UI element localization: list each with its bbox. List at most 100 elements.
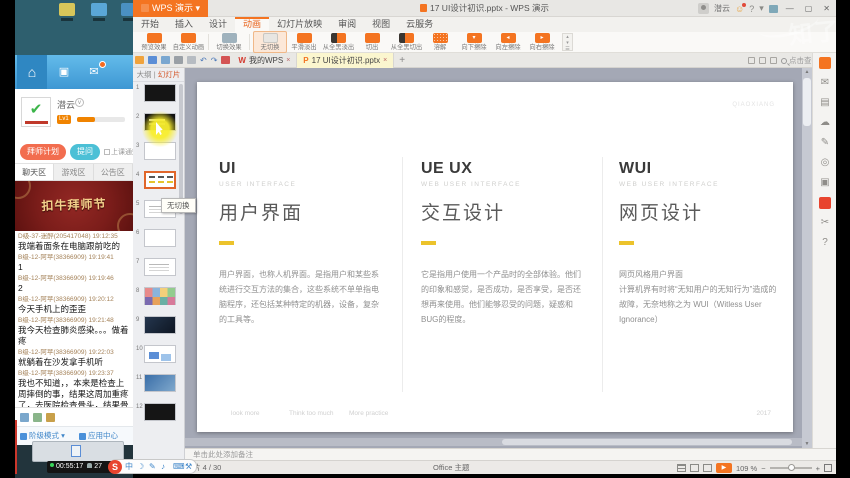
zoom-slider[interactable] — [770, 467, 812, 469]
ribbon-button-dissolve[interactable]: 溶解 — [423, 32, 457, 52]
ribbon-button-none[interactable]: 无切换 — [253, 31, 287, 53]
menu-tab-5[interactable]: 审阅 — [330, 17, 364, 32]
sidebar-icon[interactable]: ▣ — [813, 173, 837, 193]
slideshow-play-button[interactable]: ▶ — [716, 463, 732, 473]
chat-message-list[interactable]: D级-37-迷醉(205417048) 19:12:35我端着面条在电脑跟前吃的… — [15, 231, 133, 407]
menu-tab-7[interactable]: 云服务 — [398, 17, 441, 32]
thumbnail-item[interactable]: 4 — [133, 169, 184, 198]
layout-icon[interactable] — [748, 57, 755, 64]
ribbon-button-wipe-right[interactable]: ▸向右擦除 — [525, 32, 559, 52]
desktop-icon[interactable] — [59, 3, 75, 16]
message-tab[interactable]: ✉ — [79, 55, 109, 89]
menu-tab-1[interactable]: 插入 — [167, 17, 201, 32]
scroll-up-icon[interactable]: ▲ — [802, 69, 812, 75]
input-method-bar[interactable]: S 中 ☽ ✎ ♪ ⌨⚒ — [109, 459, 197, 474]
vertical-scrollbar[interactable]: ▲ ▼ — [802, 68, 812, 448]
slide-canvas[interactable]: QIAOXIANG 2017 UIUSER INTERFACE用户界面用户界面，… — [197, 82, 793, 432]
ime-icon[interactable]: ✎ — [149, 460, 156, 473]
ime-icon[interactable]: ⚒ — [185, 460, 192, 473]
close-button[interactable]: ✕ — [820, 4, 833, 13]
sidebar-icon[interactable]: ☁ — [813, 113, 837, 133]
desktop-icon[interactable] — [91, 3, 107, 16]
sidebar-icon[interactable]: ✉ — [813, 73, 837, 93]
sidebar-red-icon[interactable] — [819, 197, 831, 209]
ime-icon[interactable]: 中 — [125, 460, 133, 473]
menu-tab-2[interactable]: 设计 — [201, 17, 235, 32]
ribbon-button-wipe-left[interactable]: ◂向左擦除 — [491, 32, 525, 52]
menu-tab-4[interactable]: 幻灯片放映 — [269, 17, 330, 32]
zoom-out-button[interactable]: − — [761, 464, 765, 473]
slide-thumbnail[interactable] — [144, 287, 176, 305]
minimize-button[interactable]: — — [783, 4, 797, 13]
close-tab-icon[interactable]: × — [383, 57, 387, 64]
sidebar-icon[interactable]: ◎ — [813, 153, 837, 173]
sidebar-icon[interactable]: ? — [813, 233, 837, 253]
thumbnail-item[interactable]: 8 — [133, 285, 184, 314]
ribbon-button-fade[interactable]: 平滑淡出 — [287, 32, 321, 52]
doc-tab-0[interactable]: W我的WPS× — [232, 53, 297, 68]
slide-thumbnail[interactable] — [144, 84, 176, 102]
skin-icon[interactable] — [769, 5, 778, 13]
ime-icon[interactable]: ☽ — [137, 460, 144, 473]
doc-tab-1[interactable]: P17 UI设计初识.pptx× — [297, 53, 394, 68]
settings-icon[interactable] — [770, 57, 777, 64]
emoji-icon[interactable]: ☺ — [735, 4, 744, 14]
ime-icon[interactable]: ⌨ — [173, 460, 185, 473]
ribbon-button-preview[interactable]: 预览效果 — [137, 32, 171, 52]
thumbnail-item[interactable]: 1 — [133, 82, 184, 111]
ime-icon[interactable]: ♪ — [161, 460, 165, 473]
arrange-icon[interactable] — [759, 57, 766, 64]
slide-thumbnail[interactable] — [144, 229, 176, 247]
normal-view-icon[interactable] — [677, 464, 686, 472]
print-icon[interactable] — [174, 56, 183, 64]
format-brush-icon[interactable] — [221, 56, 230, 64]
thumbnail-item[interactable]: 9 — [133, 314, 184, 343]
class-notice[interactable]: 上课通知(0) — [104, 147, 133, 157]
save-icon[interactable] — [148, 56, 157, 64]
sidebar-icon[interactable]: ▤ — [813, 93, 837, 113]
slide-thumbnail[interactable] — [144, 374, 176, 392]
zoom-in-button[interactable]: + — [816, 464, 820, 473]
outline-tab[interactable]: 大纲 — [137, 70, 152, 79]
ask-button[interactable]: 提问 — [70, 144, 100, 160]
ribbon-button-cut[interactable]: 切出 — [355, 32, 389, 52]
fit-screen-icon[interactable] — [824, 464, 832, 472]
sogou-logo-icon[interactable]: S — [108, 460, 122, 474]
sorter-view-icon[interactable] — [690, 464, 699, 472]
slide-thumbnail[interactable] — [144, 316, 176, 334]
menu-tab-6[interactable]: 视图 — [364, 17, 398, 32]
horizontal-scrollbar[interactable] — [185, 438, 802, 446]
ribbon-button-cut-black[interactable]: 从全黑切出 — [389, 32, 423, 52]
thumbnail-item[interactable]: 11 — [133, 372, 184, 401]
help-icon[interactable]: ? — [749, 4, 754, 14]
ribbon-button-wipe-down[interactable]: ▾向下擦除 — [457, 32, 491, 52]
slides-tab[interactable]: 幻灯片 — [158, 70, 181, 79]
ribbon-button-custom[interactable]: 自定义动画 — [171, 32, 205, 52]
checkbox[interactable] — [104, 149, 110, 155]
panel-scrollbar[interactable] — [179, 84, 183, 214]
close-tab-icon[interactable]: × — [286, 57, 290, 64]
image-upload-icon[interactable] — [33, 413, 42, 422]
thumbnail-item[interactable]: 6 — [133, 227, 184, 256]
thumbnail-item[interactable]: 7 — [133, 256, 184, 285]
mini-window[interactable] — [32, 441, 124, 462]
print-preview-icon[interactable] — [187, 56, 196, 64]
thumbnail-item[interactable]: 10 — [133, 343, 184, 372]
chat-tab-2[interactable]: 公告区 — [94, 164, 133, 180]
redo-icon[interactable]: ↷ — [211, 53, 218, 68]
new-tab-button[interactable]: + — [394, 55, 410, 66]
slide-thumbnail[interactable] — [144, 258, 176, 276]
account-avatar[interactable] — [698, 3, 709, 14]
home-tab[interactable]: ⌂ — [17, 55, 47, 89]
thumbnail-item[interactable]: 12 — [133, 401, 184, 430]
sidebar-icon[interactable]: ✂ — [813, 213, 837, 233]
dropdown-icon[interactable]: ▾ — [759, 3, 764, 14]
reading-view-icon[interactable] — [703, 464, 712, 472]
event-banner[interactable]: 扣牛拜师节 — [15, 181, 133, 231]
mentor-plan-button[interactable]: 拜师计划 — [20, 144, 66, 160]
scroll-down-icon[interactable]: ▼ — [802, 441, 812, 447]
slide-thumbnail[interactable] — [144, 171, 176, 189]
notes-placeholder[interactable]: 单击此处添加备注 — [185, 448, 836, 460]
ribbon-button-switch[interactable]: 切换效果 — [212, 32, 246, 52]
gallery-tab[interactable]: ▣ — [49, 55, 79, 89]
